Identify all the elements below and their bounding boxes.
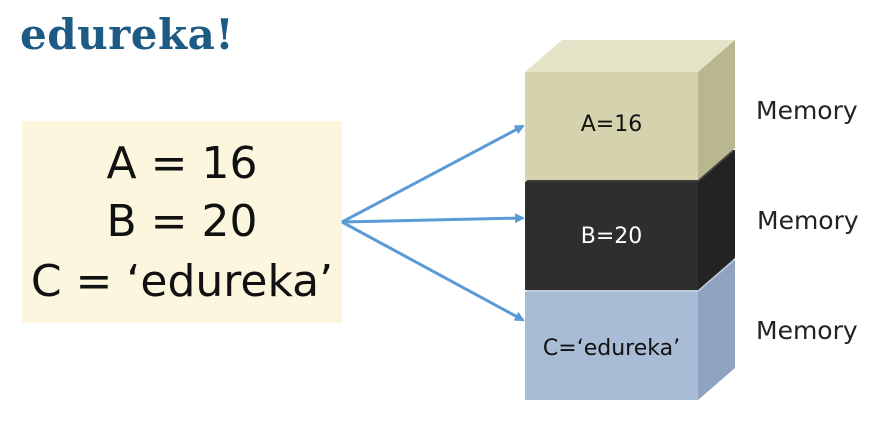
memory-block-c-label: C=‘edureka’ <box>542 336 681 361</box>
memory-block-a-top <box>525 40 735 72</box>
memory-block-a <box>525 40 735 180</box>
arrow-to-block-c <box>341 220 525 322</box>
memory-label-b: Memory <box>757 206 859 235</box>
arrow-to-block-a <box>341 124 525 224</box>
memory-block-a-label: A=16 <box>580 112 643 137</box>
memory-label-c: Memory <box>756 316 858 345</box>
memory-label-a: Memory <box>756 96 858 125</box>
memory-block-b-label: B=20 <box>580 224 643 249</box>
arrow-to-block-b <box>341 213 525 224</box>
